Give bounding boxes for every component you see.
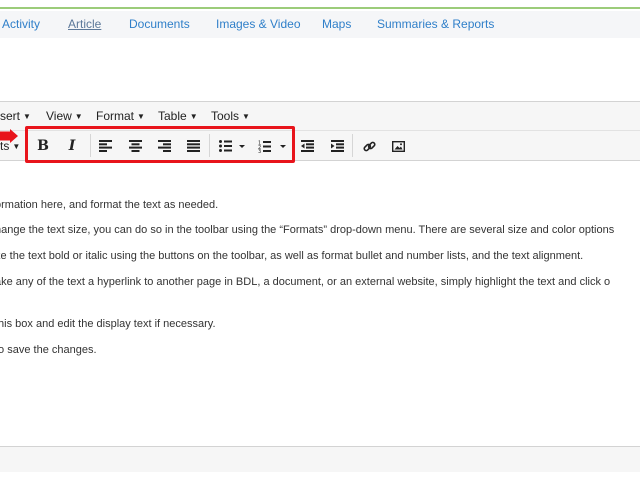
- top-accent-bar: [0, 0, 640, 9]
- indent-icon[interactable]: [330, 138, 344, 154]
- tab-summaries-reports[interactable]: Summaries & Reports: [377, 17, 494, 31]
- menu-tools[interactable]: Tools ▼: [211, 109, 250, 123]
- toolbar-separator: [352, 134, 353, 157]
- image-icon[interactable]: [391, 138, 405, 154]
- link-icon[interactable]: [362, 138, 376, 154]
- outdent-icon[interactable]: [300, 138, 314, 154]
- content-line: this box and edit the display text if ne…: [0, 318, 216, 330]
- content-line: hange the text size, you can do so in th…: [0, 224, 615, 236]
- annotation-arrow-icon: [0, 129, 18, 143]
- menu-format[interactable]: Format ▼: [96, 109, 145, 123]
- toolbar-highlight-box: [25, 126, 295, 163]
- content-line: ke the text bold or italic using the but…: [0, 250, 584, 262]
- tab-images-video[interactable]: Images & Video: [216, 17, 301, 31]
- tab-documents[interactable]: Documents: [129, 17, 190, 31]
- tab-bar: Activity Article Documents Images & Vide…: [0, 11, 640, 38]
- content-line: to save the changes.: [0, 344, 97, 356]
- tab-maps[interactable]: Maps: [322, 17, 351, 31]
- tab-activity[interactable]: Activity: [2, 17, 40, 31]
- menu-table[interactable]: Table ▼: [158, 109, 198, 123]
- tab-article[interactable]: Article: [68, 17, 101, 31]
- editor-statusbar: [0, 446, 640, 472]
- content-line: ormation here, and format the text as ne…: [0, 199, 219, 211]
- menu-view[interactable]: View ▼: [46, 109, 83, 123]
- content-line: ake any of the text a hyperlink to anoth…: [0, 276, 611, 288]
- menu-insert[interactable]: sert ▼: [0, 109, 31, 123]
- bottom-strip: [0, 472, 640, 480]
